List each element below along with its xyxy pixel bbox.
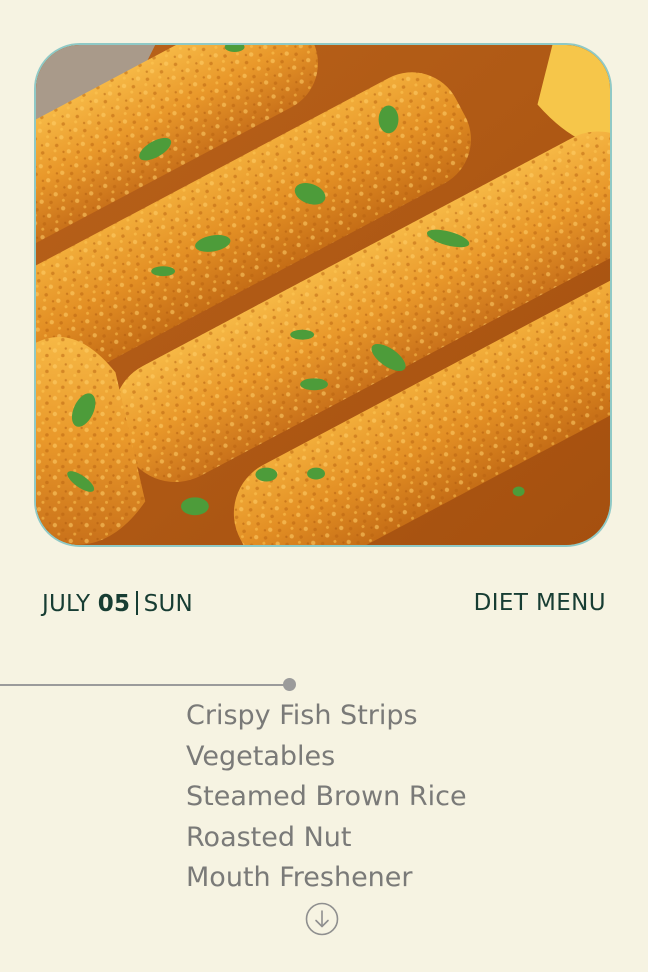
menu-item: Roasted Nut <box>186 821 352 853</box>
food-photo <box>34 43 612 547</box>
date-month: JULY <box>42 591 91 617</box>
arrow-down-circle-glyph <box>305 902 339 936</box>
menu-item: Crispy Fish Strips <box>186 700 418 731</box>
date-separator <box>136 591 138 615</box>
crispy-fish-image <box>36 45 610 545</box>
arrow-down-circle-icon[interactable] <box>305 902 339 936</box>
diet-menu-title: DIET MENU <box>473 590 606 616</box>
menu-date: JULY 05 SUN <box>42 591 193 617</box>
menu-item: Mouth Freshener <box>186 862 413 893</box>
menu-item: Steamed Brown Rice <box>186 781 467 812</box>
date-weekday: SUN <box>143 591 193 617</box>
date-day: 05 <box>97 591 131 617</box>
menu-item: Vegetables <box>186 740 336 772</box>
menu-list: Crispy Fish Strips Vegetables Steamed Br… <box>186 696 467 899</box>
timeline-dot <box>283 678 296 691</box>
timeline-line <box>0 684 290 686</box>
